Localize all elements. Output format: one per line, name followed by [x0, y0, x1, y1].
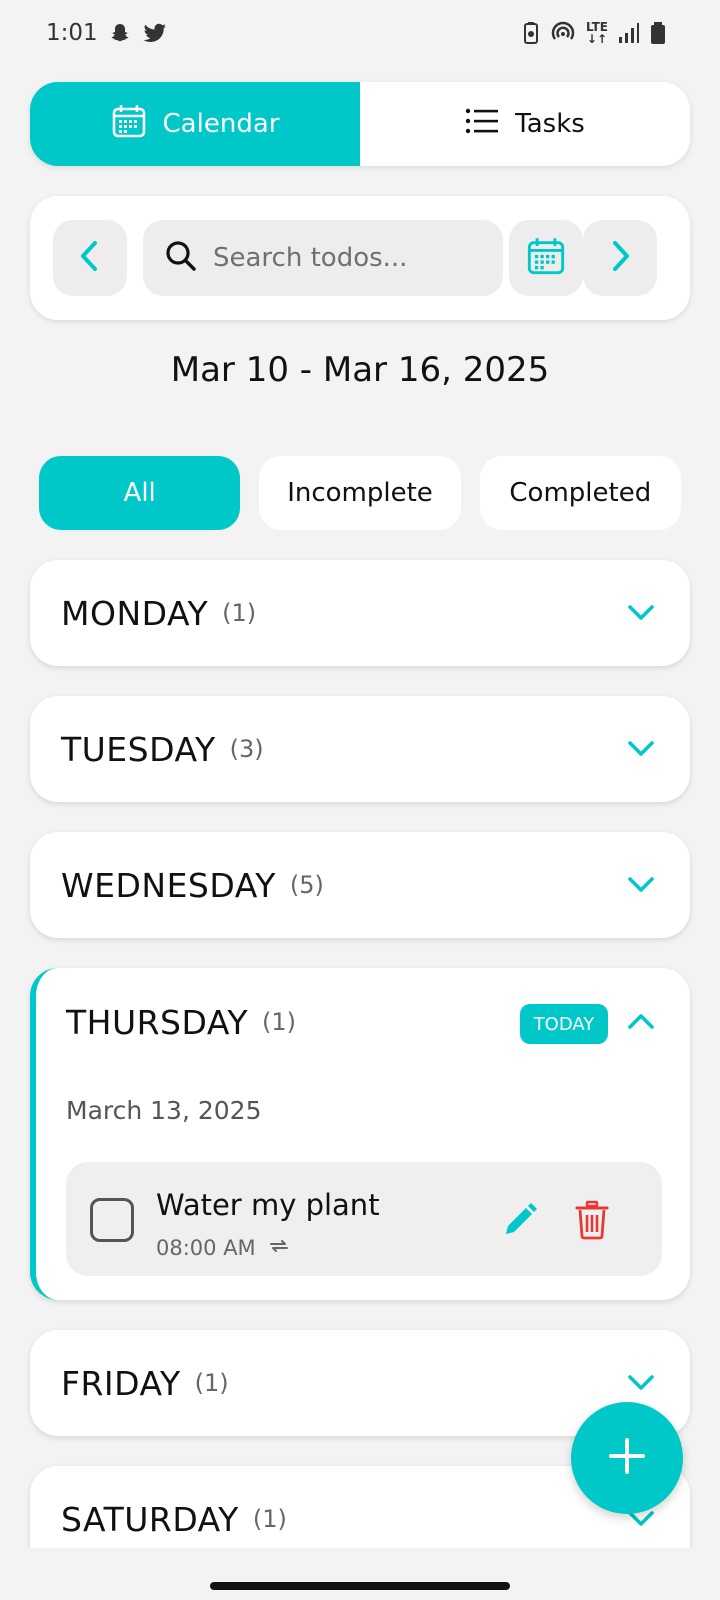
- day-count: (3): [229, 735, 264, 763]
- status-time: 1:01: [46, 20, 98, 46]
- day-header: TUESDAY (3): [61, 696, 264, 802]
- chevron-left-icon: [77, 239, 103, 277]
- signal-icon: [618, 22, 640, 44]
- list-icon: [465, 107, 499, 142]
- day-card-monday[interactable]: MONDAY (1): [30, 560, 690, 666]
- edit-button[interactable]: [500, 1200, 540, 1240]
- todo-time-row: 08:00 AM: [156, 1236, 290, 1260]
- todo-title: Water my plant: [156, 1188, 380, 1222]
- day-name: THURSDAY: [66, 1002, 249, 1042]
- chevron-down-icon[interactable]: [624, 596, 658, 630]
- tab-calendar-label: Calendar: [162, 109, 280, 139]
- add-todo-button[interactable]: [571, 1402, 683, 1514]
- calendar-picker-icon: [526, 236, 566, 280]
- day-name: SATURDAY: [61, 1499, 239, 1539]
- day-header: WEDNESDAY (5): [61, 832, 324, 938]
- day-name: TUESDAY: [61, 729, 216, 769]
- pencil-icon: [500, 1203, 540, 1244]
- status-left: 1:01: [46, 20, 168, 46]
- filter-group: All Incomplete Completed: [39, 456, 681, 530]
- delete-button[interactable]: [574, 1200, 614, 1240]
- day-count: (5): [289, 871, 324, 899]
- day-header: FRIDAY (1): [61, 1330, 229, 1436]
- search-input[interactable]: [213, 243, 483, 273]
- filter-incomplete[interactable]: Incomplete: [259, 456, 461, 530]
- battery-saver-icon: [522, 21, 540, 45]
- day-name: FRIDAY: [61, 1363, 181, 1403]
- search-box: [143, 220, 503, 296]
- filter-completed[interactable]: Completed: [479, 456, 681, 530]
- todo-time: 08:00 AM: [156, 1236, 256, 1260]
- home-indicator[interactable]: [210, 1582, 510, 1590]
- snapchat-icon: [108, 21, 132, 45]
- date-picker-button[interactable]: [509, 220, 583, 296]
- day-count: (1): [262, 1008, 297, 1036]
- prev-week-button[interactable]: [53, 220, 127, 296]
- twitter-icon: [142, 21, 168, 45]
- chevron-down-icon[interactable]: [624, 868, 658, 902]
- day-card-wednesday[interactable]: WEDNESDAY (5): [30, 832, 690, 938]
- day-count: (1): [252, 1505, 287, 1533]
- day-card-thursday: THURSDAY (1) TODAY March 13, 2025 Water …: [30, 968, 690, 1300]
- day-header: MONDAY (1): [61, 560, 256, 666]
- data-arrows-icon: ↓↑: [586, 32, 608, 46]
- full-date: March 13, 2025: [66, 1096, 262, 1125]
- trash-icon: [574, 1200, 610, 1244]
- todo-item: Water my plant 08:00 AM: [66, 1162, 662, 1276]
- status-right: LTE ↓↑: [522, 21, 666, 45]
- chevron-down-icon[interactable]: [624, 732, 658, 766]
- chevron-right-icon: [607, 239, 633, 277]
- battery-icon: [650, 21, 666, 45]
- next-week-button[interactable]: [583, 220, 657, 296]
- repeat-icon: [268, 1236, 290, 1260]
- bottom-edge: [0, 1548, 720, 1600]
- day-card-tuesday[interactable]: TUESDAY (3): [30, 696, 690, 802]
- day-name: MONDAY: [61, 593, 209, 633]
- search-card: [30, 196, 690, 320]
- today-badge: TODAY: [520, 1004, 608, 1044]
- search-icon: [165, 240, 197, 276]
- status-bar: 1:01 LTE ↓↑: [0, 0, 720, 66]
- todo-checkbox[interactable]: [90, 1198, 134, 1242]
- tab-calendar[interactable]: Calendar: [30, 82, 360, 166]
- calendar-icon: [111, 103, 147, 146]
- day-header[interactable]: THURSDAY (1): [66, 968, 296, 1076]
- day-count: (1): [194, 1369, 229, 1397]
- day-count: (1): [222, 599, 257, 627]
- day-name: WEDNESDAY: [61, 865, 276, 905]
- plus-icon: [607, 1436, 647, 1480]
- tab-tasks-label: Tasks: [515, 109, 585, 139]
- view-toggle: Calendar Tasks: [30, 82, 690, 166]
- chevron-down-icon[interactable]: [624, 1366, 658, 1400]
- filter-all[interactable]: All: [39, 456, 241, 530]
- hotspot-icon: [550, 21, 576, 45]
- chevron-up-icon[interactable]: [624, 1004, 658, 1038]
- date-range-title: Mar 10 - Mar 16, 2025: [170, 350, 550, 390]
- lte-icon: LTE ↓↑: [586, 21, 608, 45]
- tab-tasks[interactable]: Tasks: [360, 82, 690, 166]
